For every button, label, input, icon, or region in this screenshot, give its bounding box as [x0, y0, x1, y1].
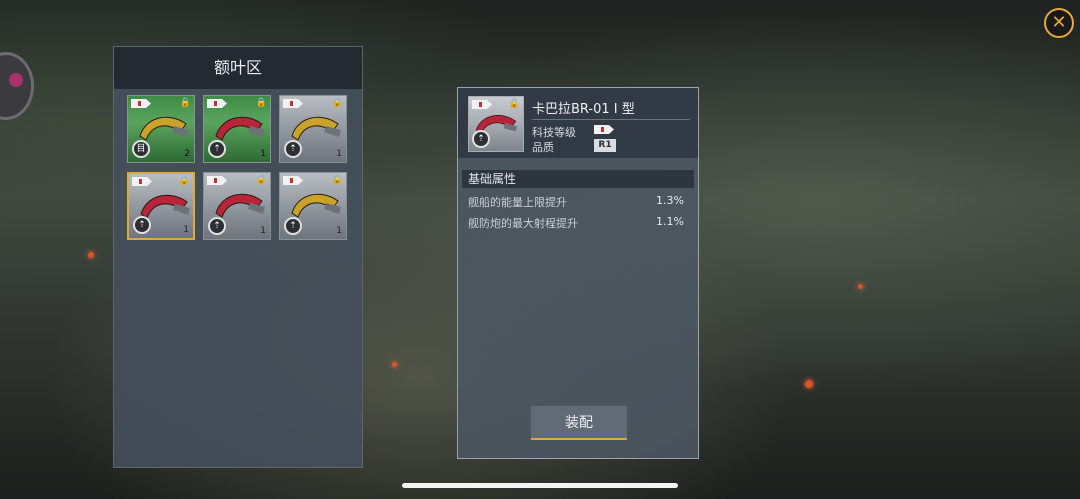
side-menu-icon [9, 73, 23, 87]
section-title: 基础属性 [462, 170, 694, 188]
lock-icon: 🔒 [178, 176, 190, 186]
item-count: 1 [336, 149, 342, 159]
module-part-icon [140, 194, 190, 219]
module-part-icon [139, 116, 189, 141]
item-thumbnail: 🔒 ⇡ [468, 96, 524, 152]
ember-decoration [392, 362, 397, 367]
module-type-badge-icon: ⇡ [208, 140, 226, 158]
module-type-badge-icon: ⇡ [284, 140, 302, 158]
tech-tag-icon [207, 176, 227, 185]
module-part-icon [291, 193, 341, 218]
upgrade-badge-icon: ⇡ [472, 130, 490, 148]
module-type-badge-icon: 目 [132, 140, 150, 158]
module-card[interactable]: 🔒 ⇡ 1 [203, 172, 271, 240]
module-card[interactable]: 🔒 ⇡ 1 [279, 172, 347, 240]
home-indicator[interactable] [402, 483, 678, 488]
tech-level-icon [594, 125, 614, 134]
item-count: 1 [183, 225, 189, 235]
module-card[interactable]: 🔒 ⇡ 1 [203, 95, 271, 163]
item-count: 2 [184, 149, 190, 159]
attribute-row: 舰船的能量上限提升 1.3% [468, 194, 690, 210]
tech-tag-icon [472, 100, 492, 109]
quality-badge: R1 [594, 139, 616, 152]
panel-title: 额叶区 [114, 47, 362, 89]
lock-icon: 🔒 [255, 175, 267, 185]
tech-tag-icon [283, 99, 303, 108]
header-divider [532, 119, 690, 120]
detail-panel: 🔒 ⇡ 卡巴拉BR-01 I 型 科技等级 品质 R1 基础属性 舰船的能量上限… [457, 87, 699, 459]
ember-decoration [88, 252, 94, 258]
module-type-badge-icon: ⇡ [208, 217, 226, 235]
attribute-value: 1.3% [656, 194, 684, 207]
lock-icon: 🔒 [331, 175, 343, 185]
module-card[interactable]: 🔒 ⇡ 1 [127, 172, 195, 240]
item-count: 1 [336, 226, 342, 236]
attribute-value: 1.1% [656, 215, 684, 228]
item-count: 1 [260, 149, 266, 159]
lock-icon: 🔒 [508, 99, 520, 109]
attribute-name: 舰船的能量上限提升 [468, 196, 567, 209]
module-part-icon [215, 193, 265, 218]
lock-icon: 🔒 [179, 98, 191, 108]
module-part-icon [291, 116, 341, 141]
module-type-badge-icon: ⇡ [133, 216, 151, 234]
lock-icon: 🔒 [255, 98, 267, 108]
tech-tag-icon [132, 177, 152, 186]
equip-button[interactable]: 装配 [531, 406, 627, 440]
tech-level-label: 科技等级 [532, 126, 576, 139]
module-type-badge-icon: ⇡ [284, 217, 302, 235]
module-card[interactable]: 🔒 目 2 [127, 95, 195, 163]
item-count: 1 [260, 226, 266, 236]
tech-tag-icon [207, 99, 227, 108]
lock-icon: 🔒 [331, 98, 343, 108]
attribute-name: 舰防炮的最大射程提升 [468, 217, 578, 230]
ember-decoration [858, 284, 863, 289]
close-button[interactable]: ✕ [1044, 8, 1074, 38]
tech-tag-icon [131, 99, 151, 108]
attribute-row: 舰防炮的最大射程提升 1.1% [468, 215, 690, 231]
tech-tag-icon [283, 176, 303, 185]
ember-decoration [805, 380, 813, 388]
quality-label: 品质 [532, 141, 554, 154]
detail-header: 🔒 ⇡ 卡巴拉BR-01 I 型 科技等级 品质 R1 [458, 88, 698, 158]
module-part-icon [215, 116, 265, 141]
module-card[interactable]: 🔒 ⇡ 1 [279, 95, 347, 163]
item-name: 卡巴拉BR-01 I 型 [532, 102, 635, 117]
